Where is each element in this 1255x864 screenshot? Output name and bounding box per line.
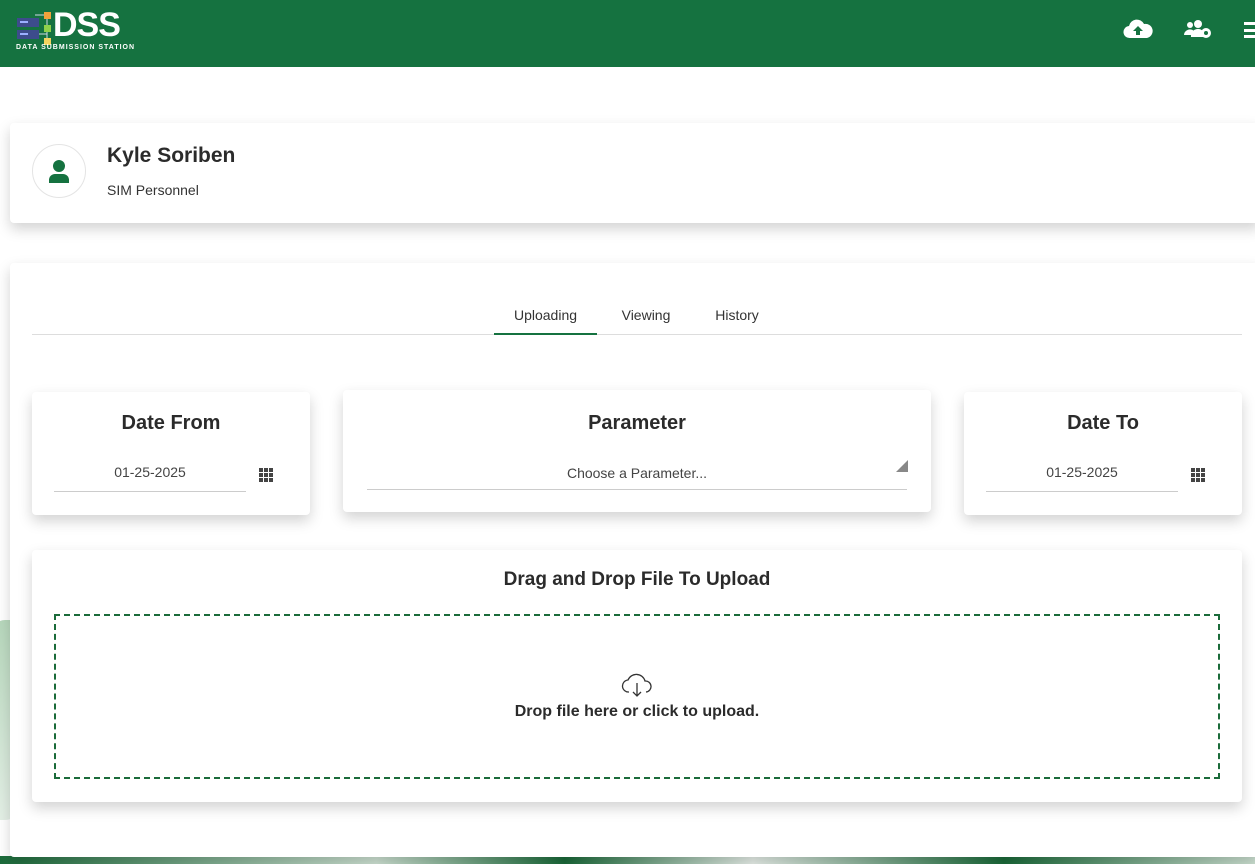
drop-zone-text: Drop file here or click to upload. bbox=[514, 703, 760, 720]
cloud-upload-icon[interactable] bbox=[1123, 17, 1153, 41]
calendar-grid-icon[interactable] bbox=[259, 468, 273, 482]
avatar bbox=[32, 144, 86, 198]
tab-history[interactable]: History bbox=[704, 303, 770, 335]
top-nav-bar: DSS DATA SUBMISSION STATION bbox=[0, 0, 1255, 67]
tab-uploading[interactable]: Uploading bbox=[494, 303, 597, 335]
parameter-select[interactable]: Choose a Parameter... bbox=[367, 465, 907, 490]
logo-subtitle: DATA SUBMISSION STATION bbox=[16, 44, 136, 51]
parameter-card: Parameter Choose a Parameter... bbox=[343, 390, 931, 512]
parameter-title: Parameter bbox=[588, 412, 686, 434]
tab-bar: Uploading Viewing History bbox=[32, 303, 1242, 335]
logo-text: DSS bbox=[53, 6, 121, 44]
file-drop-zone[interactable]: Drop file here or click to upload. bbox=[54, 614, 1220, 779]
main-card: Uploading Viewing History Date From 01-2… bbox=[10, 263, 1255, 857]
tab-viewing[interactable]: Viewing bbox=[612, 303, 680, 335]
menu-icon[interactable] bbox=[1244, 22, 1255, 38]
date-from-title: Date From bbox=[121, 412, 221, 434]
date-from-input[interactable]: 01-25-2025 bbox=[54, 464, 246, 492]
date-to-title: Date To bbox=[1067, 412, 1139, 434]
profile-name: Kyle Soriben bbox=[107, 144, 236, 167]
upload-title: Drag and Drop File To Upload bbox=[503, 569, 771, 590]
date-to-card: Date To 01-25-2025 bbox=[964, 392, 1242, 515]
calendar-grid-icon[interactable] bbox=[1191, 468, 1205, 482]
date-to-input[interactable]: 01-25-2025 bbox=[986, 464, 1178, 492]
server-logo-icon bbox=[17, 12, 51, 45]
date-from-card: Date From 01-25-2025 bbox=[32, 392, 310, 515]
profile-card: Kyle Soriben SIM Personnel bbox=[10, 123, 1255, 223]
users-cog-icon[interactable] bbox=[1183, 17, 1213, 41]
upload-card: Drag and Drop File To Upload Drop file h… bbox=[32, 550, 1242, 802]
cloud-download-icon bbox=[621, 673, 652, 697]
background-leaf-bottom bbox=[0, 856, 1255, 864]
dropdown-arrow-icon[interactable] bbox=[896, 460, 908, 472]
profile-role: SIM Personnel bbox=[107, 182, 199, 198]
user-icon bbox=[49, 160, 69, 183]
dss-logo[interactable]: DSS DATA SUBMISSION STATION bbox=[15, 6, 145, 54]
